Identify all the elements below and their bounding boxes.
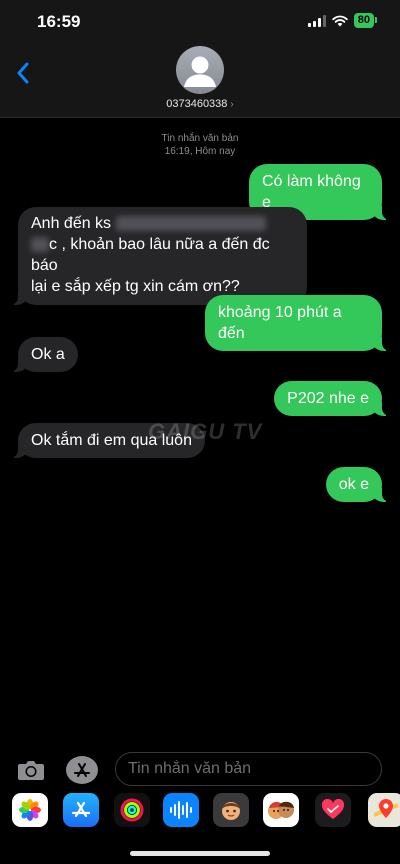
status-indicators: 80 — [307, 13, 378, 28]
message-text: c , khoản bao lâu nữa a đến đc báo — [31, 236, 270, 274]
message-time-label: 16:19, Hôm nay — [164, 146, 236, 157]
chevron-left-icon — [17, 62, 29, 84]
app-store-icon — [74, 763, 90, 777]
message-line: c , khoản bao lâu nữa a đến đc báo — [31, 234, 294, 276]
home-indicator[interactable] — [130, 851, 270, 856]
message-bubble-outgoing[interactable]: khoảng 10 phút a đến — [205, 295, 392, 351]
message-text: lại e sắp xếp tg xin cám ơn?? — [31, 278, 240, 295]
message-text: P202 nhe e — [287, 390, 369, 407]
message-bubble-incoming[interactable]: Anh đến ks c , khoản bao lâu nữa a đến đ… — [8, 207, 307, 305]
message-text: Có làm không e — [262, 173, 361, 211]
photos-icon[interactable] — [12, 793, 48, 827]
contact-number: 0373460338 — [166, 98, 228, 110]
memoji-stickers-icon[interactable] — [263, 793, 299, 827]
audio-message-icon[interactable] — [163, 793, 199, 827]
message-bubble-outgoing[interactable]: P202 nhe e — [274, 381, 392, 416]
heart-icon — [321, 799, 345, 819]
redacted-text — [31, 237, 49, 253]
message-text: Ok a — [31, 346, 65, 363]
redacted-text — [115, 216, 266, 232]
message-text: khoảng 10 phút a đến — [218, 304, 342, 342]
message-text: Ok tắm đi em qua luôn — [31, 432, 192, 449]
wifi-icon — [332, 15, 348, 26]
camera-icon — [18, 761, 44, 780]
map-pin-icon — [374, 799, 398, 818]
message-text: Anh đến ks — [31, 215, 112, 232]
photos-flower-icon — [19, 799, 41, 821]
message-bubble-incoming[interactable]: Ok a — [8, 337, 78, 372]
contact-avatar[interactable] — [176, 46, 224, 94]
camera-button[interactable] — [16, 756, 46, 784]
message-input[interactable] — [115, 752, 382, 786]
chevron-right-icon: › — [230, 99, 234, 110]
digital-touch-icon[interactable] — [315, 793, 351, 827]
message-bubble-outgoing[interactable]: ok e — [325, 467, 393, 502]
back-button[interactable] — [10, 60, 36, 86]
maps-icon[interactable] — [368, 793, 400, 827]
message-line: Anh đến ks — [31, 213, 294, 234]
message-type-label: Tin nhắn văn bản — [161, 133, 239, 144]
contact-name[interactable]: 0373460338 › — [0, 98, 400, 110]
message-text: ok e — [338, 476, 369, 493]
thread-timestamp: Tin nhắn văn bản 16:19, Hôm nay — [0, 132, 400, 158]
app-store-glyph-icon — [71, 801, 91, 818]
memoji-face-icon — [222, 802, 240, 820]
cellular-signal-icon — [307, 14, 326, 27]
app-store-button[interactable] — [66, 756, 98, 784]
waveform-icon — [170, 801, 192, 819]
app-store-icon[interactable] — [63, 793, 99, 827]
status-time: 16:59 — [37, 12, 81, 31]
activity-rings-icon — [120, 798, 144, 822]
activity-icon[interactable] — [114, 793, 150, 827]
status-bar: 16:59 80 — [0, 0, 400, 44]
memoji-sticker-faces-icon — [268, 801, 294, 819]
battery-icon: 80 — [353, 13, 378, 28]
person-icon — [184, 56, 216, 87]
memoji-icon[interactable] — [213, 793, 249, 827]
